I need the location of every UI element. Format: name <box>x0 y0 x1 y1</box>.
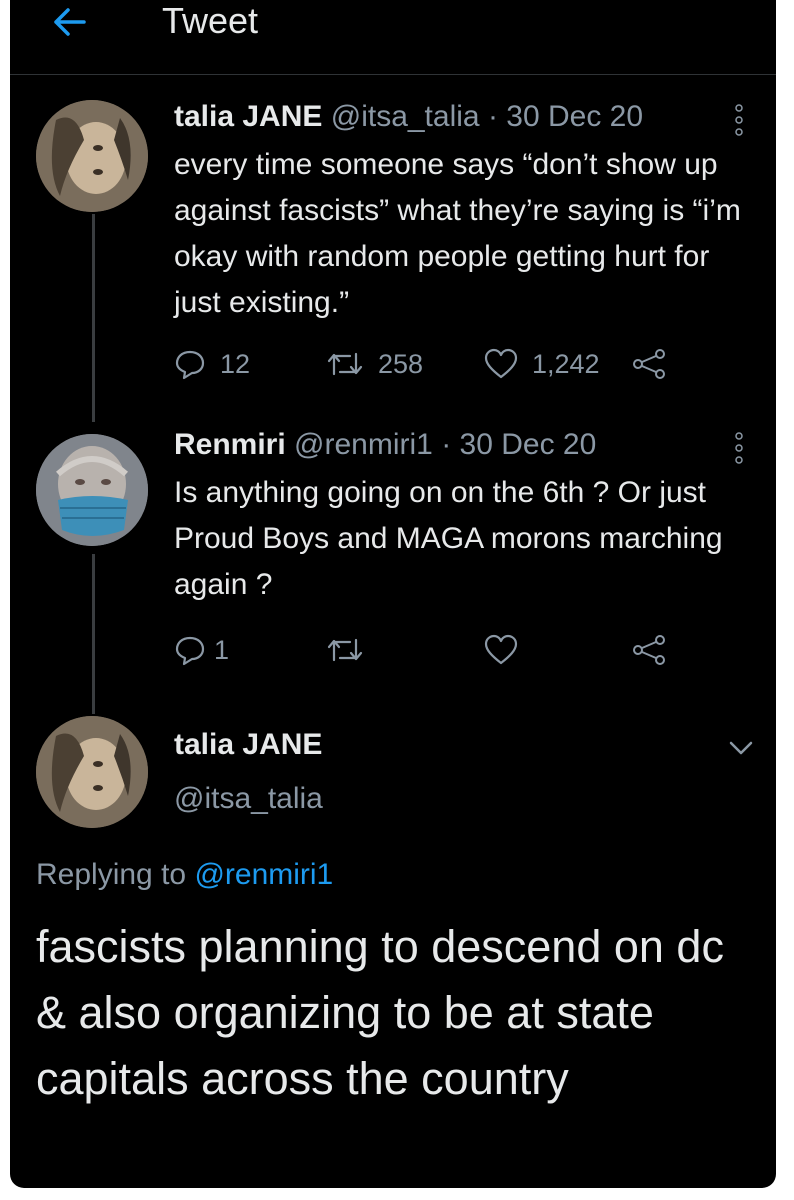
timestamp[interactable]: 30 Dec 20 <box>460 428 597 461</box>
share-button[interactable] <box>632 346 668 382</box>
reply-count: 1 <box>214 634 230 665</box>
display-name[interactable]: Renmiri <box>174 428 286 461</box>
retweet-icon <box>327 638 363 662</box>
replying-prefix: Replying to <box>36 858 187 891</box>
replying-to-handle[interactable]: @renmiri1 <box>194 858 333 891</box>
more-vertical-icon <box>735 104 743 136</box>
reply-button[interactable]: 12 <box>174 346 250 382</box>
tweet-header: Renmiri @renmiri1 · 30 Dec 20 <box>174 428 596 462</box>
handle[interactable]: @itsa_talia <box>174 782 323 816</box>
avatar-image <box>36 716 148 828</box>
thread-line <box>92 554 95 714</box>
separator: · <box>441 428 452 461</box>
like-count: 1,242 <box>532 348 600 379</box>
caret-button[interactable] <box>726 738 756 758</box>
avatar[interactable] <box>36 434 148 546</box>
arrow-left-icon <box>54 8 86 36</box>
tweet-header: talia JANE @itsa_talia · 30 Dec 20 <box>174 100 643 134</box>
display-name[interactable]: talia JANE <box>174 728 322 762</box>
thread-line <box>92 214 95 422</box>
heart-icon <box>484 348 518 379</box>
retweet-icon <box>327 352 363 376</box>
top-bar: Tweet <box>10 0 776 75</box>
avatar[interactable] <box>36 100 148 212</box>
tweet-text: every time someone says “don’t show up a… <box>174 148 741 319</box>
like-button[interactable] <box>484 632 518 668</box>
avatar-image <box>36 100 148 212</box>
reply-count: 12 <box>220 348 251 379</box>
replying-to: Replying to @renmiri1 <box>36 858 333 892</box>
heart-icon <box>484 634 518 665</box>
share-icon <box>633 349 665 379</box>
tweet-screen: Tweet talia JANE @itsa_talia · 30 Dec 20… <box>10 0 776 1188</box>
tweet-text: Is anything going on on the 6th ? Or jus… <box>174 476 723 601</box>
handle[interactable]: @itsa_talia <box>331 100 480 133</box>
back-button[interactable] <box>50 2 90 42</box>
share-icon <box>633 635 665 665</box>
like-button[interactable]: 1,242 <box>484 346 600 382</box>
avatar-image <box>36 434 148 546</box>
retweet-button[interactable]: 258 <box>326 346 423 382</box>
avatar[interactable] <box>36 716 148 828</box>
main-tweet-text: fascists planning to descend on dc & als… <box>36 921 724 1104</box>
reply-icon <box>175 636 205 666</box>
retweet-button[interactable] <box>326 632 364 668</box>
handle[interactable]: @renmiri1 <box>294 428 433 461</box>
chevron-down-icon <box>729 741 753 755</box>
share-button[interactable] <box>632 632 668 668</box>
more-vertical-icon <box>735 432 743 464</box>
retweet-count: 258 <box>378 348 424 379</box>
page-title: Tweet <box>162 0 259 41</box>
reply-icon <box>175 350 205 380</box>
separator: · <box>487 100 498 133</box>
reply-button[interactable]: 1 <box>174 632 229 668</box>
more-options-button[interactable] <box>732 430 746 466</box>
timestamp[interactable]: 30 Dec 20 <box>506 100 643 133</box>
display-name[interactable]: talia JANE <box>174 100 322 133</box>
more-options-button[interactable] <box>732 102 746 138</box>
